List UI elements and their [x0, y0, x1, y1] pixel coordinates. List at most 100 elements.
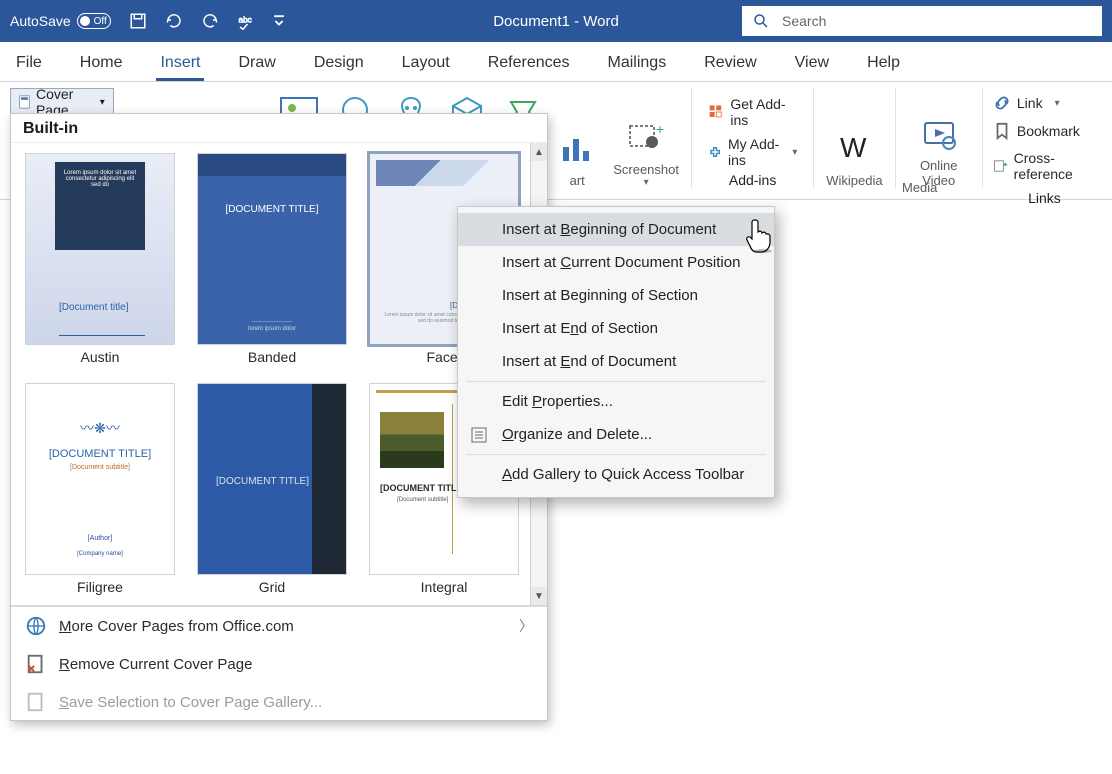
spellcheck-icon[interactable]: abc — [237, 12, 255, 30]
qat-more-icon[interactable] — [273, 15, 285, 27]
screenshot-button[interactable]: + Screenshot ▾ — [605, 88, 687, 188]
thumb-title: [DOCUMENT TITLE] — [26, 448, 174, 460]
crossref-label: Cross-reference — [1014, 150, 1096, 182]
online-video-button[interactable]: Online Video — [899, 88, 978, 188]
screenshot-label: Screenshot — [613, 162, 679, 177]
autosave-toggle[interactable]: AutoSave Off — [10, 13, 111, 29]
separator — [691, 88, 692, 188]
quick-access-toolbar: abc — [129, 12, 285, 30]
svg-text:+: + — [656, 121, 664, 137]
gallery-item-filigree[interactable]: 〰❋〰 [DOCUMENT TITLE] [Document subtitle]… — [25, 383, 175, 595]
separator — [466, 381, 766, 382]
search-box[interactable]: Search — [742, 6, 1102, 36]
tab-references[interactable]: References — [484, 46, 574, 81]
save-gallery-icon — [25, 691, 47, 713]
redo-icon[interactable] — [201, 12, 219, 30]
link-button[interactable]: Link ▾ — [987, 90, 1102, 116]
tab-layout[interactable]: Layout — [398, 46, 454, 81]
get-addins-label: Get Add-ins — [730, 96, 797, 128]
remove-page-icon — [25, 653, 47, 675]
chevron-right-icon: 〉 — [519, 616, 533, 636]
globe-icon — [25, 615, 47, 637]
chart-partial-label: art — [570, 173, 585, 188]
more-label: ore Cover Pages from Office.com — [72, 618, 294, 635]
search-placeholder: Search — [782, 13, 826, 29]
ctx-organize-delete[interactable]: Organize and Delete... — [458, 418, 774, 451]
screenshot-icon: + — [626, 118, 666, 158]
save-selection-button: Save Selection to Cover Page Gallery... — [11, 683, 547, 721]
scroll-down-icon[interactable]: ▼ — [531, 587, 547, 605]
my-addins-label: My Add-ins — [728, 136, 782, 168]
undo-icon[interactable] — [165, 12, 183, 30]
tab-design[interactable]: Design — [310, 46, 368, 81]
ctx-insert-beginning-section[interactable]: Insert at Beginning of Section — [458, 279, 774, 312]
thumb-title: [DOCUMENT TITLE] — [198, 204, 346, 215]
ctx-insert-end-doc[interactable]: Insert at End of Document — [458, 345, 774, 378]
gallery-item-grid[interactable]: [DOCUMENT TITLE] Grid — [197, 383, 347, 595]
bookmark-icon — [993, 122, 1011, 140]
toggle-switch[interactable]: Off — [77, 13, 111, 29]
scroll-up-icon[interactable]: ▲ — [531, 143, 547, 161]
search-icon — [752, 12, 770, 30]
wikipedia-icon: W — [834, 129, 874, 169]
gallery-item-banded[interactable]: [DOCUMENT TITLE] lorem ipsum dolor Bande… — [197, 153, 347, 365]
chevron-down-icon: ▾ — [644, 177, 649, 188]
context-menu: Insert at Beginning of Document Insert a… — [457, 206, 775, 498]
ctx-add-to-qat[interactable]: Add Gallery to Quick Access Toolbar — [458, 458, 774, 491]
chevron-down-icon: ▾ — [792, 147, 797, 158]
cover-page-button[interactable]: Cover Page ▾ — [10, 88, 114, 116]
tab-mailings[interactable]: Mailings — [604, 46, 671, 81]
link-icon — [993, 94, 1011, 112]
video-icon — [919, 115, 959, 155]
tab-view[interactable]: View — [791, 46, 833, 81]
wikipedia-label: Wikipedia — [826, 173, 882, 188]
addins-group-label: Add-ins — [702, 172, 804, 188]
ctx-insert-current-pos[interactable]: Insert at Current Document Position — [458, 246, 774, 279]
thumb-title: [DOCUMENT TITLE] — [216, 476, 309, 487]
remove-cover-page-button[interactable]: Remove Current Cover Page — [11, 645, 547, 683]
toggle-knob — [80, 16, 90, 26]
media-group-label: Media — [902, 180, 937, 195]
more-cover-pages-button[interactable]: More Cover Pages from Office.com 〉 — [11, 607, 547, 645]
autosave-label: AutoSave — [10, 13, 71, 29]
separator — [466, 454, 766, 455]
chevron-down-icon: ▾ — [100, 97, 105, 108]
remove-label: emove Current Cover Page — [70, 656, 253, 673]
gallery-item-label: Austin — [25, 349, 175, 365]
gallery-footer: More Cover Pages from Office.com 〉 Remov… — [11, 605, 547, 721]
tab-draw[interactable]: Draw — [234, 46, 279, 81]
gallery-item-austin[interactable]: Lorem ipsum dolor sit amet consectetur a… — [25, 153, 175, 365]
get-addins-button[interactable]: Get Add-ins — [702, 92, 804, 132]
crossref-icon — [993, 157, 1008, 175]
gallery-item-label: Grid — [197, 579, 347, 595]
gallery-section-title: Built-in — [11, 114, 547, 143]
wikipedia-button[interactable]: W Wikipedia — [818, 88, 890, 188]
svg-text:abc: abc — [238, 16, 251, 25]
chart-icon — [557, 129, 597, 169]
tab-file[interactable]: File — [12, 46, 46, 81]
save-label: ave Selection to Cover Page Gallery... — [69, 694, 322, 711]
ctx-edit-properties[interactable]: Edit Properties... — [458, 385, 774, 418]
thumb-title: [DOCUMENT TITLE] — [380, 483, 466, 493]
tab-review[interactable]: Review — [700, 46, 760, 81]
addins-icon — [708, 143, 722, 161]
separator — [813, 88, 814, 188]
bookmark-button[interactable]: Bookmark — [987, 118, 1102, 144]
save-icon[interactable] — [129, 12, 147, 30]
ctx-insert-end-section[interactable]: Insert at End of Section — [458, 312, 774, 345]
chart-button[interactable]: art — [549, 88, 605, 188]
document-title: Document1 - Word — [493, 13, 619, 30]
ornament-icon: 〰❋〰 — [26, 418, 174, 438]
thumb-dark-block: Lorem ipsum dolor sit amet consectetur a… — [55, 162, 145, 250]
svg-text:W: W — [840, 132, 867, 163]
cross-reference-button[interactable]: Cross-reference — [987, 146, 1102, 186]
my-addins-button[interactable]: My Add-ins ▾ — [702, 132, 804, 172]
ctx-insert-beginning-doc[interactable]: Insert at Beginning of Document — [458, 213, 774, 246]
chevron-down-icon: ▾ — [1055, 98, 1060, 109]
ribbon-tabs: File Home Insert Draw Design Layout Refe… — [0, 42, 1112, 82]
tab-insert[interactable]: Insert — [156, 46, 204, 81]
bookmark-label: Bookmark — [1017, 123, 1080, 139]
links-group-label: Links — [987, 190, 1102, 206]
tab-home[interactable]: Home — [76, 46, 127, 81]
tab-help[interactable]: Help — [863, 46, 904, 81]
